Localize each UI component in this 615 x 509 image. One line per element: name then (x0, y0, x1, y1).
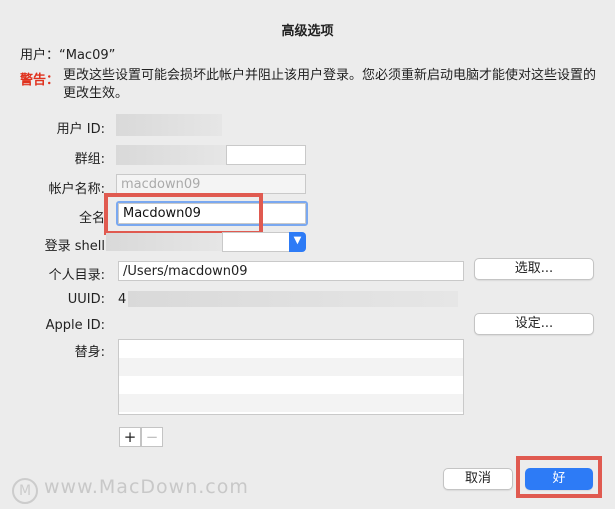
full-name-highlight (104, 193, 263, 235)
ok-highlight (516, 456, 602, 498)
login-shell-blur (106, 233, 222, 251)
login-shell-label: 登录 shell (44, 239, 105, 254)
user-id-label: 用户 ID: (56, 122, 105, 137)
account-name-label: 帐户名称: (48, 182, 105, 197)
user-line: 用户：“Mac09” (20, 48, 116, 63)
uuid-label: UUID: (67, 292, 105, 307)
chevron-down-icon[interactable]: ▼ (289, 232, 306, 252)
home-dir-label: 个人目录: (48, 268, 105, 283)
user-id-value (116, 114, 222, 136)
home-dir-field[interactable]: /Users/macdown09 (118, 261, 464, 281)
warning-label: 警告： (20, 73, 60, 88)
group-label: 群组: (74, 152, 105, 167)
set-button[interactable]: 设定... (474, 313, 594, 335)
cancel-button[interactable]: 取消 (443, 468, 513, 490)
add-alias-button[interactable]: + (119, 427, 141, 447)
account-name-field: macdown09 (116, 174, 306, 194)
uuid-value: 4 (118, 292, 127, 307)
list-item[interactable] (119, 376, 463, 394)
group-field[interactable] (226, 145, 306, 165)
remove-alias-button[interactable]: − (141, 427, 163, 447)
apple-id-label: Apple ID: (45, 318, 105, 333)
aliases-label: 替身: (74, 345, 105, 360)
aliases-list[interactable] (118, 339, 464, 415)
group-value-blur (116, 145, 226, 165)
login-shell-select[interactable] (222, 232, 290, 252)
list-item[interactable] (119, 394, 463, 412)
full-name-label: 全名 (78, 211, 105, 226)
watermark: www.MacDown.com (44, 476, 249, 498)
watermark-logo-icon: M (12, 478, 38, 504)
warning-text: 更改这些设置可能会损坏此帐户并阻止该用户登录。您必须重新启动电脑才能使对这些设置… (63, 68, 597, 101)
list-item[interactable] (119, 340, 463, 358)
choose-button[interactable]: 选取... (474, 258, 594, 280)
list-item[interactable] (119, 358, 463, 376)
uuid-blur (128, 291, 458, 307)
dialog-title: 高级选项 (281, 24, 334, 39)
